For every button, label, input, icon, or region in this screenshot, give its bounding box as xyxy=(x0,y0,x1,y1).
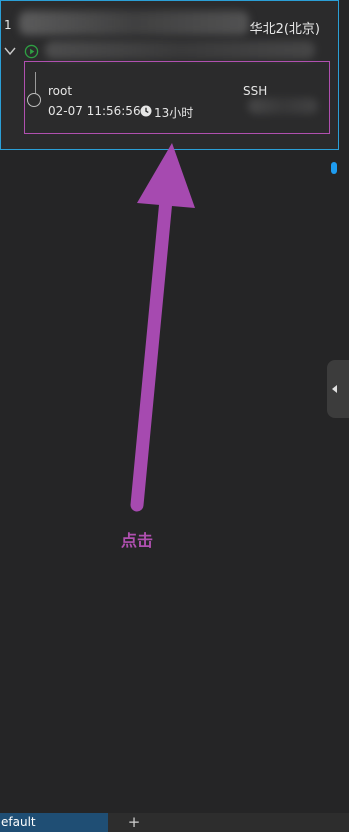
screen: 1 华北2(北京) root SSH 02-07 11:56:56 13小时 点… xyxy=(0,0,349,832)
bottom-tab-bar: efault + xyxy=(0,813,349,832)
plus-icon[interactable]: + xyxy=(126,813,142,832)
annotation-label: 点击 xyxy=(121,531,154,550)
tab-default[interactable]: efault xyxy=(0,813,108,832)
annotation-arrow xyxy=(130,143,195,512)
